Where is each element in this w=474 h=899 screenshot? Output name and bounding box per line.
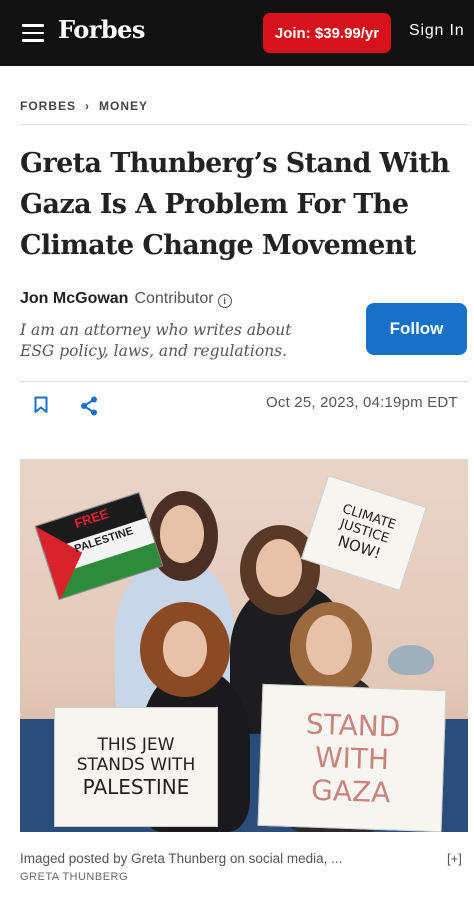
sign-in-link[interactable]: Sign In (409, 22, 464, 40)
stand-with-gaza-sign: STAND WITH GAZA (257, 683, 447, 832)
menu-icon[interactable] (22, 24, 44, 42)
divider (20, 124, 468, 125)
article-title: Greta Thunberg’s Stand With Gaza Is A Pr… (20, 148, 450, 261)
sign-text: STAND (305, 706, 401, 744)
expand-caption-button[interactable]: [+] (447, 851, 462, 866)
chevron-right-icon: › (85, 99, 91, 113)
breadcrumb-forbes[interactable]: FORBES (20, 99, 76, 113)
breadcrumb: FORBES › MONEY (20, 99, 148, 113)
sign-text: GAZA (310, 773, 391, 809)
share-icon[interactable] (80, 396, 98, 416)
breadcrumb-money[interactable]: MONEY (99, 99, 148, 113)
top-navigation-bar: Forbes Join: $39.99/yr Sign In (0, 0, 474, 66)
author-bio: I am an attorney who writes about ESG po… (20, 321, 292, 360)
forbes-logo[interactable]: Forbes (58, 15, 145, 44)
person-face (163, 621, 207, 677)
person-face (256, 539, 302, 597)
author-role: Contributor (134, 290, 214, 307)
sign-text: STANDS WITH (76, 755, 196, 775)
author-name[interactable]: Jon McGowan (20, 290, 128, 308)
this-jew-sign: THIS JEW STANDS WITH PALESTINE (54, 707, 218, 827)
photo-caption: Imaged posted by Greta Thunberg on socia… (20, 851, 343, 866)
author-row: Jon McGowan Contributor i (20, 290, 232, 308)
plush-toy (388, 645, 434, 675)
publish-date: Oct 25, 2023, 04:19pm EDT (266, 394, 458, 411)
join-subscription-button[interactable]: Join: $39.99/yr (263, 13, 391, 53)
person-face (306, 615, 352, 675)
photo-credit: GRETA THUNBERG (20, 871, 129, 883)
divider (20, 381, 468, 382)
article-photo[interactable]: FREE PALESTINE CLIMATE JUSTICE NOW! THIS… (20, 459, 468, 832)
sign-text: WITH (314, 740, 390, 776)
info-icon[interactable]: i (217, 294, 232, 308)
sign-text: THIS JEW (97, 735, 175, 755)
sign-text: PALESTINE (82, 775, 190, 799)
person-face (160, 505, 204, 563)
bookmark-icon[interactable] (34, 396, 48, 414)
follow-button[interactable]: Follow (366, 303, 467, 355)
